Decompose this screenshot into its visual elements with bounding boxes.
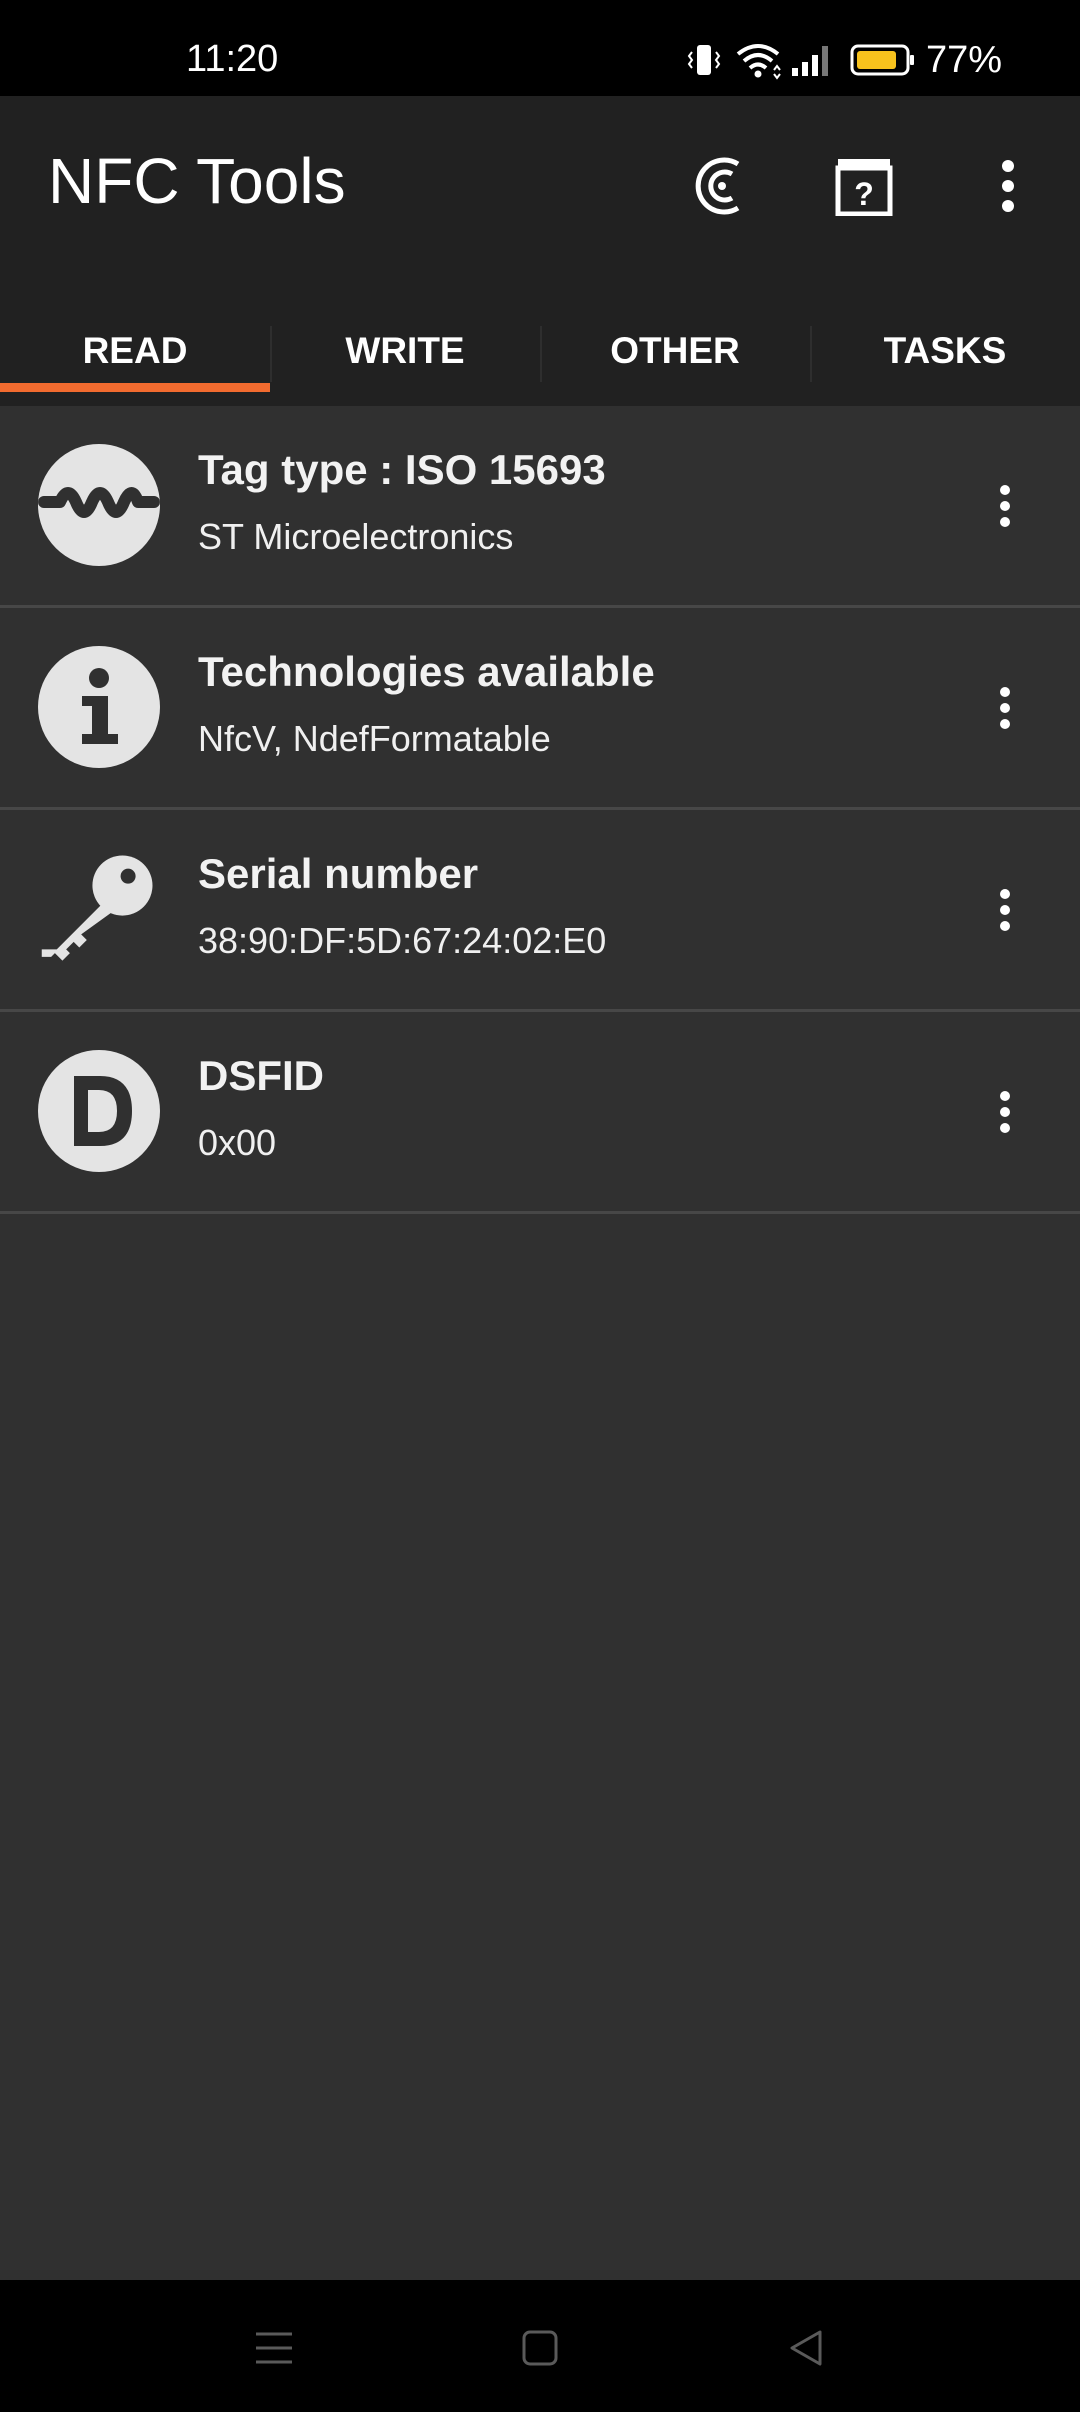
- battery-icon: [850, 40, 916, 80]
- wifi-icon: [734, 40, 782, 80]
- home-button[interactable]: [500, 2310, 580, 2390]
- item-menu-button[interactable]: [980, 678, 1030, 738]
- list-item[interactable]: DSFID 0x00: [0, 1012, 1080, 1214]
- status-icons: 77%: [684, 30, 1080, 90]
- back-icon: [786, 2328, 826, 2373]
- more-vert-icon: [998, 158, 1018, 219]
- item-subtitle: 0x00: [198, 1122, 277, 1163]
- more-vert-icon: [1000, 687, 1010, 729]
- item-subtitle: ST Microelectronics: [198, 516, 514, 557]
- tab-read[interactable]: READ: [0, 296, 270, 406]
- battery-percent: 77%: [925, 38, 1002, 81]
- vibrate-icon: [684, 40, 724, 80]
- more-vert-icon: [1000, 889, 1010, 931]
- item-title: DSFID: [198, 1052, 324, 1099]
- home-icon: [520, 2328, 560, 2373]
- nfc-button[interactable]: [678, 148, 758, 228]
- status-time: 11:20: [186, 38, 279, 80]
- info-icon: [38, 646, 160, 768]
- svg-text:?: ?: [854, 176, 874, 212]
- more-vert-icon: [1000, 485, 1010, 527]
- menu-icon: [254, 2328, 294, 2373]
- signal-icon: [790, 40, 836, 80]
- help-icon: ?: [835, 156, 893, 221]
- wave-icon: [38, 444, 160, 566]
- tab-write[interactable]: WRITE: [270, 296, 540, 406]
- tab-tasks[interactable]: TASKS: [810, 296, 1080, 406]
- item-subtitle: 38:90:DF:5D:67:24:02:E0: [198, 920, 607, 961]
- item-menu-button[interactable]: [980, 1082, 1030, 1142]
- item-menu-button[interactable]: [980, 476, 1030, 536]
- overflow-menu-button[interactable]: [968, 148, 1048, 228]
- status-bar: 11:20 77%: [0, 0, 1080, 96]
- back-button[interactable]: [766, 2310, 846, 2390]
- list-item[interactable]: Serial number 38:90:DF:5D:67:24:02:E0: [0, 810, 1080, 1012]
- tag-info-list: Tag type : ISO 15693 ST Microelectronics…: [0, 406, 1080, 1214]
- tab-other[interactable]: OTHER: [540, 296, 810, 406]
- recents-button[interactable]: [234, 2310, 314, 2390]
- item-menu-button[interactable]: [980, 880, 1030, 940]
- item-title: Serial number: [198, 850, 479, 897]
- nfc-icon: [688, 154, 748, 223]
- key-icon: [38, 848, 160, 970]
- item-title: Tag type : ISO 15693: [198, 446, 606, 493]
- page-title: NFC Tools: [48, 145, 346, 217]
- item-title: Technologies available: [198, 648, 655, 695]
- more-vert-icon: [1000, 1091, 1010, 1133]
- system-nav-bar: [0, 2280, 1080, 2412]
- help-button[interactable]: ?: [824, 148, 904, 228]
- list-item[interactable]: Tag type : ISO 15693 ST Microelectronics: [0, 406, 1080, 608]
- tab-bar: READ WRITE OTHER TASKS: [0, 296, 1080, 406]
- list-item[interactable]: Technologies available NfcV, NdefFormata…: [0, 608, 1080, 810]
- app-bar: NFC Tools ? READ WRITE OTHER TASKS: [0, 96, 1080, 406]
- letter-d-icon: [38, 1050, 160, 1172]
- item-subtitle: NfcV, NdefFormatable: [198, 718, 551, 759]
